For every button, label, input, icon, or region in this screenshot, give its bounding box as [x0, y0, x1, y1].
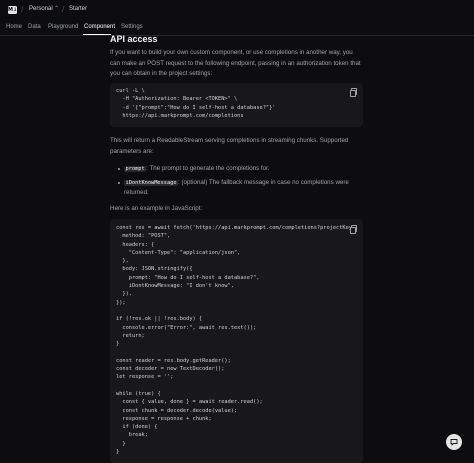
bullet-icon [118, 168, 120, 170]
bullet-icon [118, 181, 120, 184]
workspace-selector[interactable]: Personal [29, 6, 53, 12]
nav-tabs: Home Data Playground Component Settings [0, 20, 474, 36]
curl-code: curl -L \ -H "Authorization: Bearer <TOK… [116, 88, 276, 119]
param-name: iDontKnowMessage [124, 179, 179, 186]
list-item: iDontKnowMessage: (optional) The fallbac… [118, 178, 368, 199]
active-tab-indicator [83, 34, 111, 35]
chevron-updown-icon[interactable]: ⌃ [54, 5, 59, 12]
intro-paragraph: If you want to build your own custom com… [110, 49, 361, 78]
plan-selector[interactable]: Starter [69, 6, 87, 12]
param-name: prompt [124, 166, 147, 172]
chat-icon [450, 439, 458, 446]
section-title: API access [110, 34, 158, 44]
tab-home[interactable]: Home [6, 24, 22, 30]
copy-icon[interactable] [350, 225, 357, 234]
param-desc: : The prompt to generate the completions… [146, 165, 270, 172]
logo-icon[interactable]: M↓ [8, 6, 17, 14]
tab-component[interactable]: Component [84, 24, 115, 30]
js-code: const res = await fetch('https://api.mar… [116, 225, 352, 456]
copy-icon[interactable] [350, 88, 357, 97]
js-code-block: const res = await fetch('https://api.mar… [110, 219, 363, 463]
top-bar: M↓ / Personal ⌃ / Starter [0, 0, 474, 20]
separator: / [21, 5, 24, 14]
js-intro-paragraph: Here is an example in JavaScript: [110, 205, 203, 212]
curl-code-block: curl -L \ -H "Authorization: Bearer <TOK… [110, 83, 363, 127]
tab-data[interactable]: Data [28, 24, 41, 30]
separator: / [62, 5, 65, 14]
chat-button[interactable] [446, 434, 462, 450]
list-item: prompt: The prompt to generate the compl… [118, 164, 368, 175]
params-list: prompt: The prompt to generate the compl… [118, 164, 368, 199]
tab-playground[interactable]: Playground [48, 24, 78, 30]
tab-settings[interactable]: Settings [121, 24, 143, 30]
stream-paragraph: This will return a ReadableStream servin… [110, 137, 349, 155]
